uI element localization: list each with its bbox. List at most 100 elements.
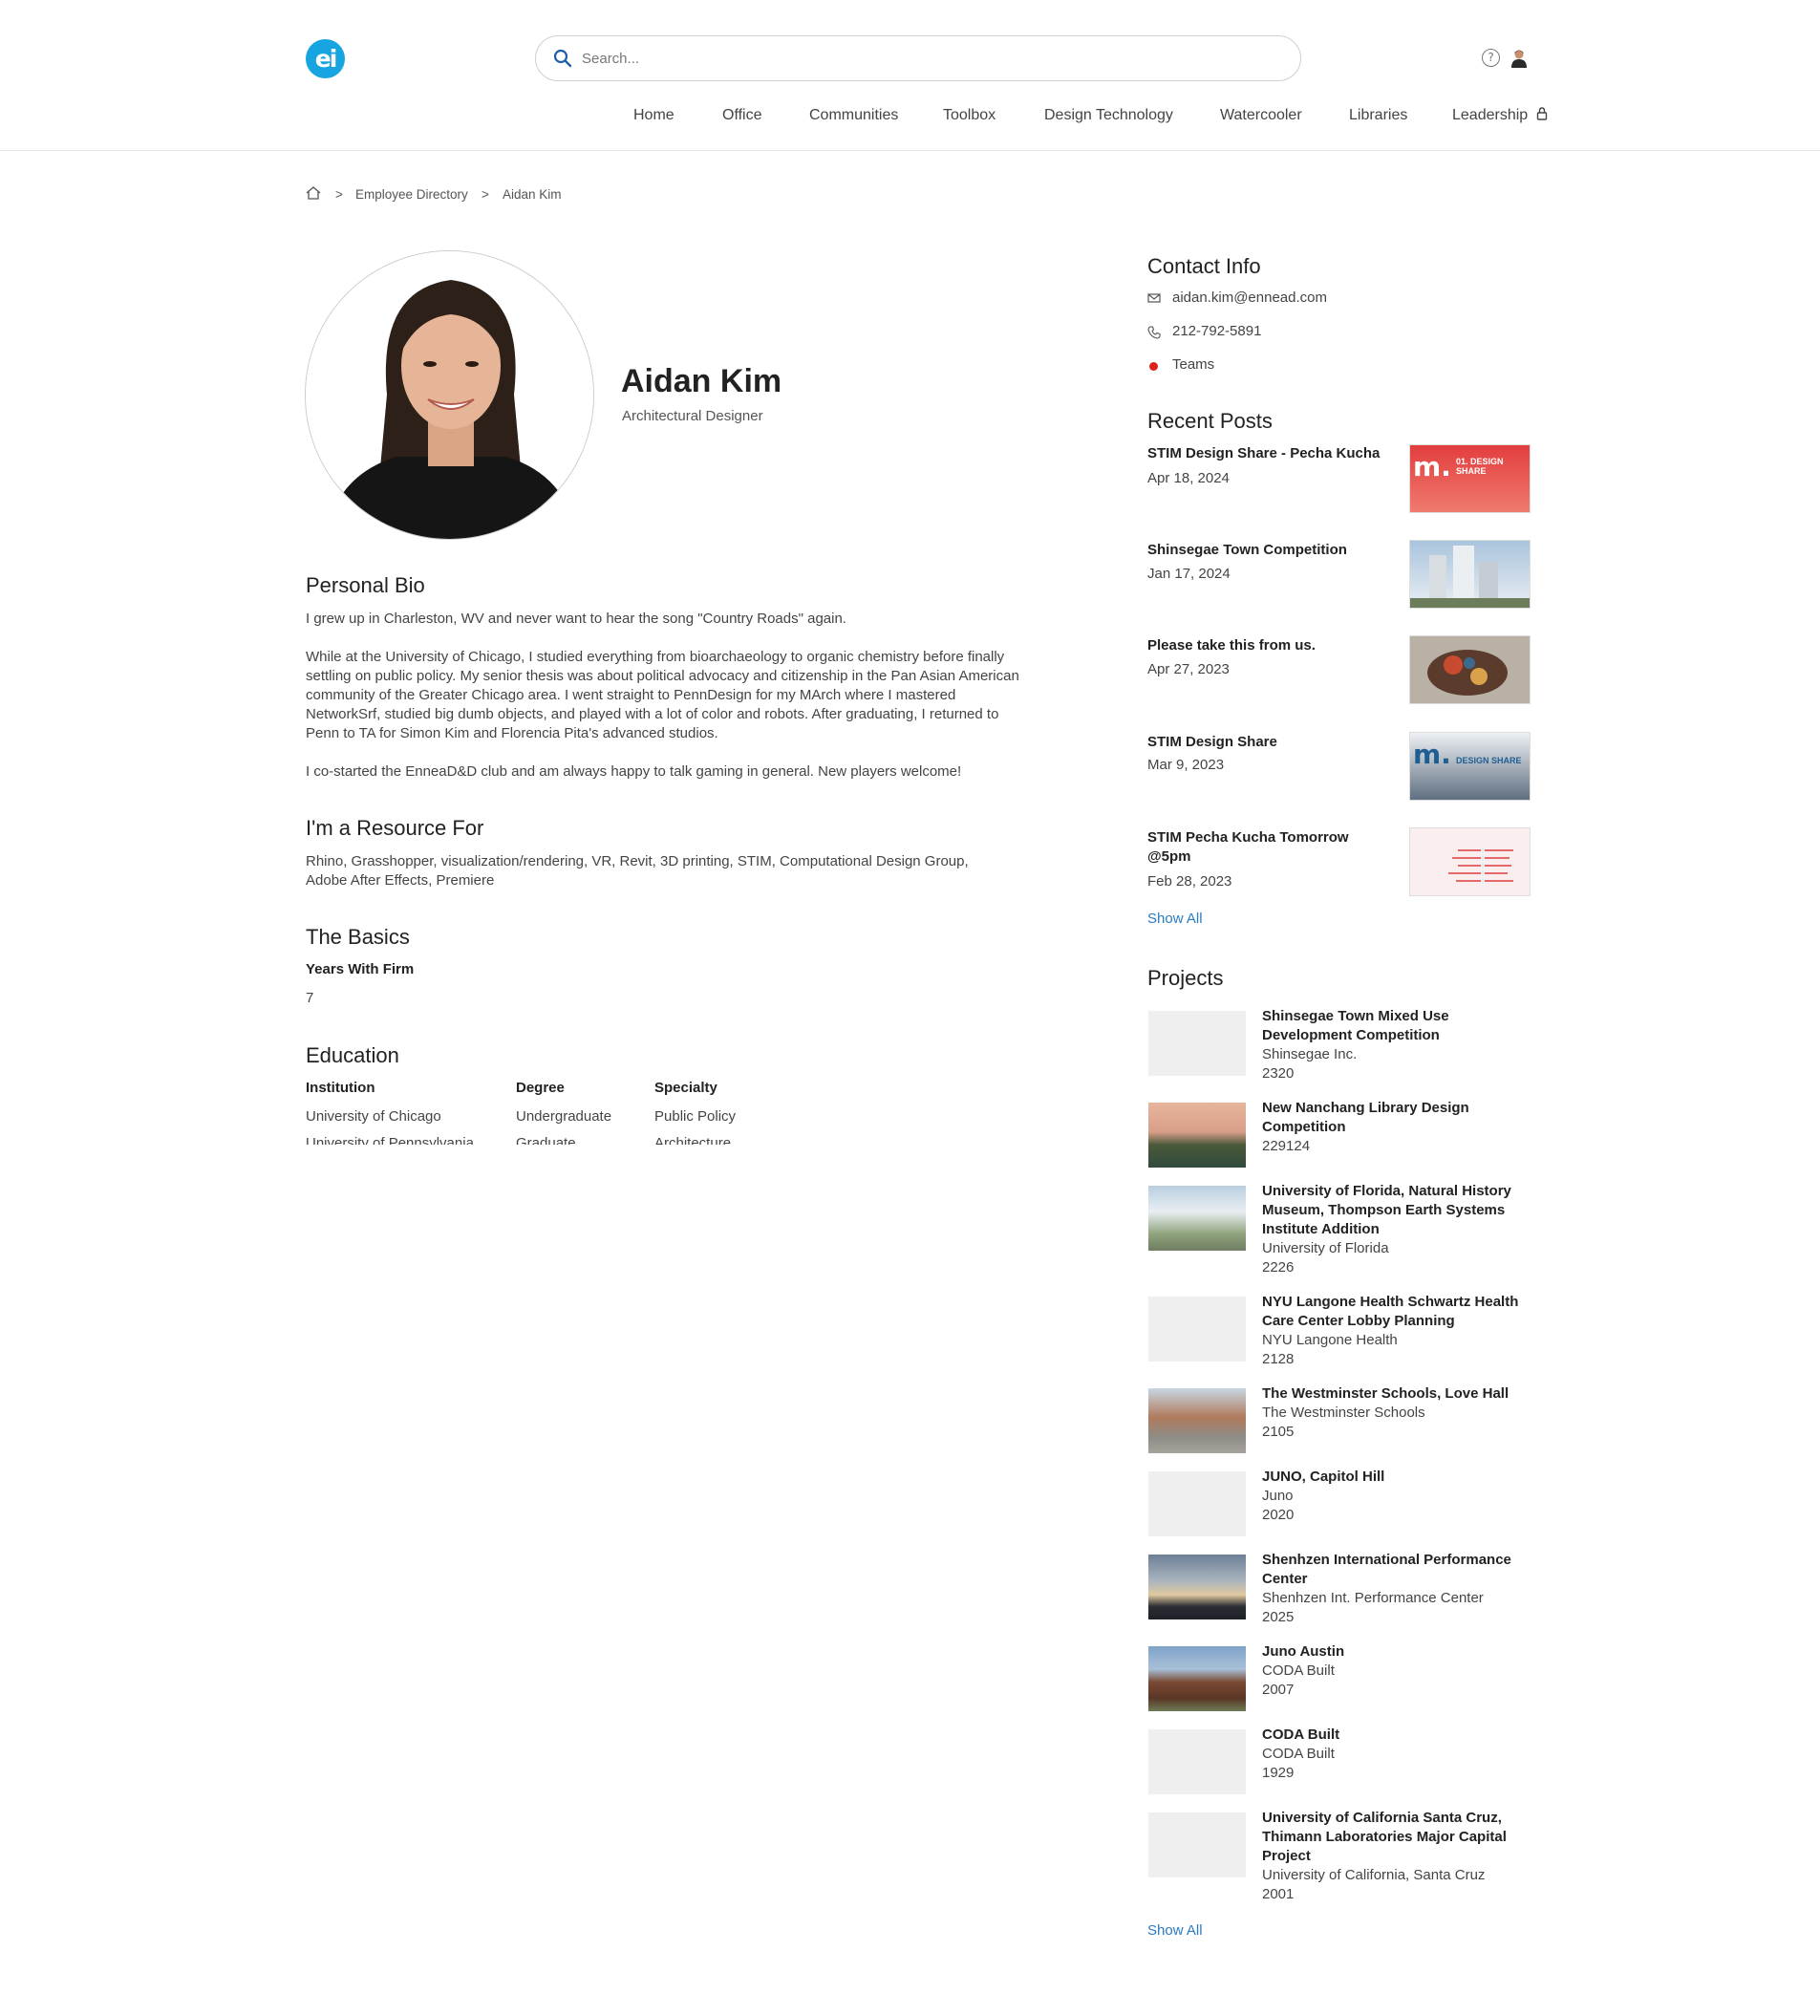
education-degree-2: Graduate xyxy=(516,1135,631,1145)
projects-show-all-link[interactable]: Show All xyxy=(1147,1922,1203,1939)
ei-logo[interactable]: ei xyxy=(306,39,345,78)
post-title-5[interactable]: STIM Pecha Kucha Tomorrow @5pm xyxy=(1147,828,1396,867)
post-date-1: Apr 18, 2024 xyxy=(1147,470,1230,486)
education-specialty-2-text: Architecture xyxy=(654,1135,732,1145)
breadcrumb-current: Aidan Kim xyxy=(503,187,562,202)
project-number: 2020 xyxy=(1262,1507,1295,1523)
design-share-logo: m. xyxy=(1413,739,1451,770)
search-bar[interactable] xyxy=(535,35,1301,81)
project-client: CODA Built xyxy=(1262,1662,1335,1679)
design-share-logo: m. xyxy=(1413,451,1451,483)
nav-watercooler[interactable]: Watercooler xyxy=(1220,107,1302,124)
post-thumbnail-2[interactable] xyxy=(1409,540,1531,609)
project-item[interactable]: NYU Langone Health Schwartz Health Care … xyxy=(1262,1293,1520,1369)
breadcrumb-employee-directory[interactable]: Employee Directory xyxy=(355,187,468,202)
search-input[interactable] xyxy=(582,46,1270,71)
site-header: ei ? Home Office Communities Toolbox Des… xyxy=(0,0,1820,151)
project-number: 1929 xyxy=(1262,1765,1295,1781)
breadcrumb-separator: > xyxy=(335,187,343,202)
mail-icon xyxy=(1147,293,1161,303)
post-date-3: Apr 27, 2023 xyxy=(1147,661,1230,677)
education-degree-2-text: Graduate xyxy=(516,1135,576,1145)
project-thumbnail[interactable] xyxy=(1148,1646,1246,1711)
post-date-5: Feb 28, 2023 xyxy=(1147,873,1232,890)
project-title[interactable]: NYU Langone Health Schwartz Health Care … xyxy=(1262,1293,1520,1331)
project-thumbnail[interactable] xyxy=(1148,1103,1246,1168)
profile-photo xyxy=(305,250,594,540)
project-thumbnail[interactable] xyxy=(1148,1555,1246,1619)
project-item[interactable]: University of Florida, Natural History M… xyxy=(1262,1182,1520,1277)
bio-paragraph-1: I grew up in Charleston, WV and never wa… xyxy=(306,611,846,627)
help-icon[interactable]: ? xyxy=(1482,49,1500,67)
project-client: Shenhzen Int. Performance Center xyxy=(1262,1590,1484,1606)
nav-toolbox[interactable]: Toolbox xyxy=(943,107,996,124)
post-thumbnail-3[interactable] xyxy=(1409,635,1531,704)
project-item[interactable]: Shenhzen International Performance Cente… xyxy=(1262,1551,1520,1627)
project-thumbnail[interactable] xyxy=(1148,1729,1246,1794)
home-icon[interactable] xyxy=(306,186,321,200)
project-item[interactable]: JUNO, Capitol Hill Juno 2020 xyxy=(1262,1468,1520,1525)
project-thumbnail[interactable] xyxy=(1148,1812,1246,1877)
project-item[interactable]: University of California Santa Cruz, Thi… xyxy=(1262,1809,1520,1904)
nav-leadership-label: Leadership xyxy=(1452,107,1529,123)
post-thumbnail-4-text: DESIGN SHARE xyxy=(1456,756,1522,765)
post-date-2: Jan 17, 2024 xyxy=(1147,566,1231,582)
post-thumbnail-4[interactable]: m. DESIGN SHARE xyxy=(1409,732,1531,801)
project-title[interactable]: Juno Austin xyxy=(1262,1642,1520,1662)
project-thumbnail[interactable] xyxy=(1148,1186,1246,1251)
project-item[interactable]: The Westminster Schools, Love Hall The W… xyxy=(1262,1384,1520,1442)
project-number: 2128 xyxy=(1262,1351,1295,1367)
project-title[interactable]: University of California Santa Cruz, Thi… xyxy=(1262,1809,1520,1866)
project-number: 2320 xyxy=(1262,1065,1295,1082)
project-item[interactable]: New Nanchang Library Design Competition … xyxy=(1262,1099,1520,1156)
education-specialty-2: Architecture xyxy=(654,1135,769,1145)
project-client: NYU Langone Health xyxy=(1262,1332,1398,1348)
user-avatar-icon[interactable] xyxy=(1510,49,1528,68)
project-thumbnail[interactable] xyxy=(1148,1388,1246,1453)
project-thumbnail[interactable] xyxy=(1148,1471,1246,1536)
lock-icon xyxy=(1536,107,1547,120)
bio-paragraph-3: I co-started the EnneaD&D club and am al… xyxy=(306,763,962,780)
post-title-3[interactable]: Please take this from us. xyxy=(1147,636,1396,655)
education-col-degree: Degree xyxy=(516,1080,565,1096)
resource-text: Rhino, Grasshopper, visualization/render… xyxy=(306,853,969,889)
post-title-2[interactable]: Shinsegae Town Competition xyxy=(1147,541,1396,560)
education-col-institution: Institution xyxy=(306,1080,375,1096)
breadcrumb-separator: > xyxy=(482,187,489,202)
search-icon xyxy=(553,49,572,68)
nav-communities[interactable]: Communities xyxy=(809,107,898,124)
nav-home[interactable]: Home xyxy=(633,107,674,124)
post-title-1[interactable]: STIM Design Share - Pecha Kucha xyxy=(1147,444,1396,463)
project-title[interactable]: CODA Built xyxy=(1262,1726,1520,1745)
project-title[interactable]: Shenhzen International Performance Cente… xyxy=(1262,1551,1520,1589)
post-thumbnail-1-text: 01. DESIGN SHARE xyxy=(1456,457,1504,476)
nav-office[interactable]: Office xyxy=(722,107,762,124)
project-title[interactable]: University of Florida, Natural History M… xyxy=(1262,1182,1520,1239)
project-title[interactable]: The Westminster Schools, Love Hall xyxy=(1262,1384,1520,1404)
project-number: 2007 xyxy=(1262,1682,1295,1698)
post-title-4[interactable]: STIM Design Share xyxy=(1147,733,1396,752)
contact-phone[interactable]: 212-792-5891 xyxy=(1172,323,1261,339)
project-client: Shinsegae Inc. xyxy=(1262,1046,1358,1062)
post-thumbnail-1[interactable]: m. 01. DESIGN SHARE xyxy=(1409,444,1531,513)
project-item[interactable]: Shinsegae Town Mixed Use Development Com… xyxy=(1262,1007,1520,1083)
project-title[interactable]: JUNO, Capitol Hill xyxy=(1262,1468,1520,1487)
phone-icon xyxy=(1147,326,1161,339)
nav-leadership[interactable]: Leadership xyxy=(1452,107,1548,124)
project-item[interactable]: Juno Austin CODA Built 2007 xyxy=(1262,1642,1520,1700)
project-item[interactable]: CODA Built CODA Built 1929 xyxy=(1262,1726,1520,1783)
posts-show-all-link[interactable]: Show All xyxy=(1147,911,1203,927)
project-title[interactable]: Shinsegae Town Mixed Use Development Com… xyxy=(1262,1007,1520,1045)
education-specialty-1: Public Policy xyxy=(654,1108,737,1125)
project-title[interactable]: New Nanchang Library Design Competition xyxy=(1262,1099,1520,1137)
project-thumbnail[interactable] xyxy=(1148,1011,1246,1076)
nav-libraries[interactable]: Libraries xyxy=(1349,107,1407,124)
project-thumbnail[interactable] xyxy=(1148,1297,1246,1362)
post-thumbnail-5[interactable] xyxy=(1409,827,1531,896)
contact-email[interactable]: aidan.kim@ennead.com xyxy=(1172,290,1327,306)
education-institution-2-text: University of Pennsylvania xyxy=(306,1135,474,1145)
post-date-4: Mar 9, 2023 xyxy=(1147,757,1225,773)
profile-name: Aidan Kim xyxy=(621,363,782,399)
nav-design-technology[interactable]: Design Technology xyxy=(1044,107,1173,124)
contact-teams[interactable]: Teams xyxy=(1172,356,1214,373)
